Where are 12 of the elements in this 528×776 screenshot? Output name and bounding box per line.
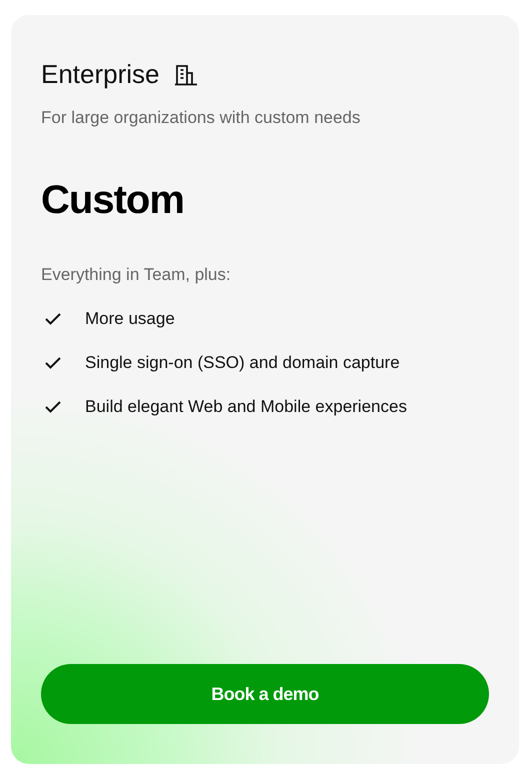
feature-text: More usage xyxy=(85,309,175,329)
check-icon xyxy=(45,313,61,325)
feature-text: Single sign-on (SSO) and domain capture xyxy=(85,353,400,373)
plan-title: Enterprise xyxy=(41,59,160,90)
check-icon xyxy=(45,357,61,369)
book-demo-button[interactable]: Book a demo xyxy=(41,664,489,724)
building-icon xyxy=(174,64,198,86)
feature-text: Build elegant Web and Mobile experiences xyxy=(85,397,407,417)
check-icon xyxy=(45,401,61,413)
plan-price: Custom xyxy=(41,178,185,223)
plan-description: For large organizations with custom needs xyxy=(41,108,362,128)
features-intro: Everything in Team, plus: xyxy=(41,265,232,285)
